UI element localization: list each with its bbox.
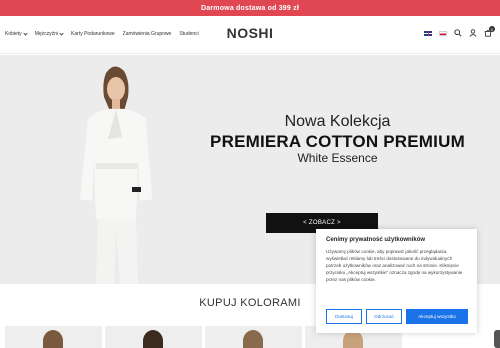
product-image (43, 330, 63, 348)
site-header: Kobiety Mężczyźni Karty Podarunkowe Zamó… (0, 16, 500, 54)
site-logo[interactable]: NOSHI (222, 25, 278, 41)
cart-icon[interactable]: 0 (484, 26, 495, 37)
account-icon[interactable] (469, 29, 477, 37)
chevron-down-icon (59, 30, 64, 36)
nav-item-label: Zamówienia Grupowe (122, 31, 172, 37)
color-category-card[interactable] (105, 326, 202, 348)
nav-item-label: Mężczyźni (34, 31, 59, 37)
header-utilities: 0 (424, 26, 495, 37)
polish-flag-icon[interactable] (439, 30, 447, 36)
nav-item-mezczyzni[interactable]: Mężczyźni (34, 30, 64, 37)
hero-subtitle: Nowa Kolekcja (284, 113, 391, 130)
hero-model-image (80, 66, 152, 284)
nav-item-label: Studenci (179, 31, 199, 37)
product-image (243, 330, 263, 348)
color-category-card[interactable] (5, 326, 102, 348)
cookie-consent-dialog: Cenimy prywatność użytkowników Używamy p… (316, 229, 477, 333)
hero-description: White Essence (297, 151, 378, 165)
cart-count-badge: 0 (489, 26, 495, 32)
chevron-down-icon (23, 30, 28, 36)
accept-all-cookies-button[interactable]: Akceptuj wszystko (406, 309, 468, 324)
nav-item-zamowienia-grupowe[interactable]: Zamówienia Grupowe (123, 31, 172, 37)
reject-cookies-button[interactable]: Odrzucać (366, 309, 402, 324)
color-category-card[interactable] (205, 326, 302, 348)
promo-text: Darmowa dostawa od 399 zł (201, 4, 299, 12)
chat-widget-tab[interactable] (494, 330, 500, 348)
cookie-actions: Dostosuj Odrzucać Akceptuj wszystko (326, 309, 468, 324)
customize-cookies-button[interactable]: Dostosuj (326, 309, 362, 324)
promo-bar: Darmowa dostawa od 399 zł (0, 0, 500, 16)
nav-item-label: Kobiety (5, 31, 22, 37)
nav-item-label: Karty Podarunkowe (71, 31, 115, 37)
nav-item-studenci[interactable]: Studenci (179, 31, 198, 37)
nav-item-kobiety[interactable]: Kobiety (5, 30, 28, 37)
hero-title: PREMIERA COTTON PREMIUM (210, 132, 465, 151)
cookie-description: Używamy plików cookie, aby poprawić jako… (326, 249, 463, 282)
search-icon[interactable] (454, 29, 462, 37)
nav-item-karty-podarunkowe[interactable]: Karty Podarunkowe (71, 31, 115, 37)
cookie-title: Cenimy prywatność użytkowników (326, 237, 426, 243)
main-nav: Kobiety Mężczyźni Karty Podarunkowe Zamó… (5, 30, 207, 37)
product-image (143, 330, 163, 348)
english-flag-icon[interactable] (424, 30, 432, 36)
